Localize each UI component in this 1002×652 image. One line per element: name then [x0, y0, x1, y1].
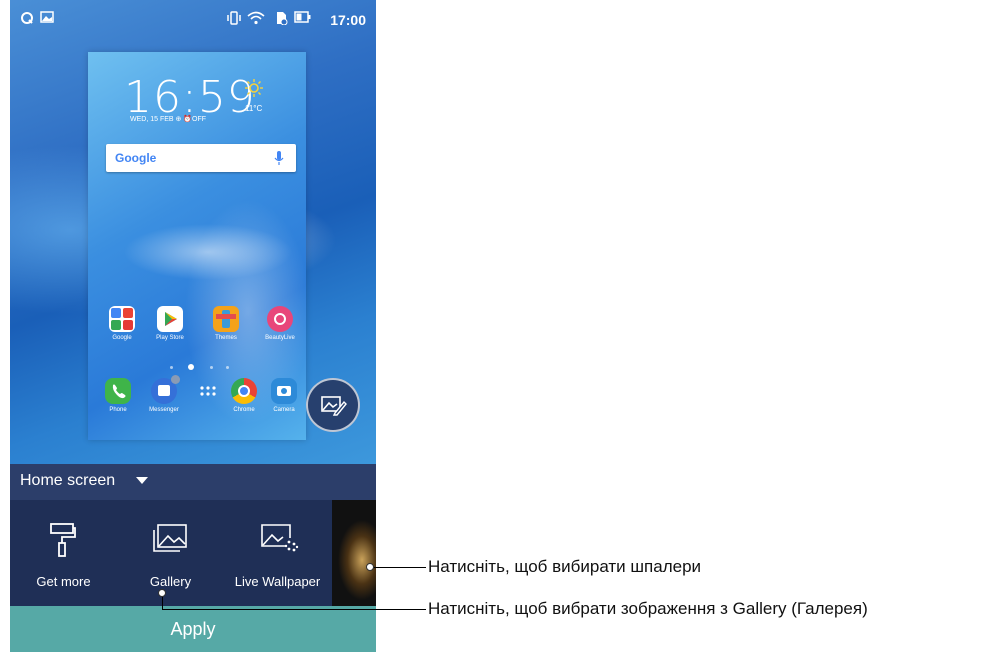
image-notification-icon	[40, 11, 54, 26]
sync-icon	[20, 11, 34, 28]
app-messenger[interactable]: Messenger	[144, 375, 184, 413]
app-label: Play Store	[156, 335, 184, 341]
home-screen-preview[interactable]: 16:59 WED, 15 FEB ⊕ ⏰OFF 11°C Google Goo…	[88, 52, 306, 440]
wifi-icon	[246, 11, 266, 28]
app-label: Themes	[215, 335, 237, 341]
status-time: 17:00	[330, 12, 366, 28]
page-dot	[226, 366, 229, 369]
wallpaper-thumbnail[interactable]	[332, 500, 376, 606]
gallery-label: Gallery	[149, 574, 192, 589]
app-label: BeautyLive	[265, 335, 295, 341]
battery-icon	[294, 11, 312, 26]
edit-image-icon	[321, 394, 347, 421]
app-camera[interactable]: Camera	[264, 378, 304, 413]
sun-weather-icon	[244, 78, 264, 103]
phone-screen: 17:00 16:59 WED, 15 FEB ⊕ ⏰OFF 11°C Goog…	[10, 0, 376, 652]
page-dot	[170, 366, 173, 369]
google-apps-folder-icon	[109, 306, 135, 332]
gallery-button[interactable]: Gallery	[117, 500, 224, 606]
sim-card-icon	[274, 11, 288, 28]
themes-icon	[213, 306, 239, 332]
play-store-icon	[157, 306, 183, 332]
apply-button[interactable]: Apply	[10, 606, 376, 652]
app-play-store[interactable]: Play Store	[150, 306, 190, 341]
app-label: Google	[112, 335, 132, 341]
app-google[interactable]: Google	[102, 306, 142, 341]
callout-line	[162, 597, 163, 609]
live-wallpaper-label: Live Wallpaper	[234, 574, 321, 589]
page-dot-active	[188, 364, 194, 370]
microphone-icon[interactable]	[274, 150, 284, 171]
app-beautylive[interactable]: BeautyLive	[260, 306, 300, 341]
get-more-label: Get more	[36, 574, 91, 589]
app-chrome[interactable]: Chrome	[224, 378, 264, 413]
screen-selector[interactable]: Home screen	[10, 464, 376, 500]
page-dot	[210, 366, 213, 369]
phone-icon	[105, 378, 131, 404]
google-logo: Google	[115, 151, 157, 165]
vibrate-icon	[226, 11, 242, 28]
dropdown-caret-icon	[136, 477, 148, 484]
messenger-icon	[151, 375, 180, 404]
callout-wallpaper-text: Натисніть, щоб вибирати шпалери	[428, 557, 702, 576]
date-label: WED, 15 FEB ⊕ ⏰OFF	[130, 116, 207, 123]
app-label: Camera	[273, 407, 295, 413]
live-wallpaper-button[interactable]: Live Wallpaper	[224, 500, 331, 606]
screen-selector-label: Home screen	[20, 472, 116, 489]
gallery-icon	[153, 524, 187, 552]
status-bar: 17:00	[10, 0, 376, 36]
callout-marker	[158, 589, 166, 597]
callout-gallery-text: Натисніть, щоб вибрати зображення з Gall…	[428, 599, 868, 618]
app-label: Messenger	[149, 407, 179, 413]
chrome-icon	[231, 378, 257, 404]
app-drawer-icon	[195, 378, 221, 404]
get-more-button[interactable]: Get more	[10, 500, 117, 606]
callout-line	[374, 567, 426, 568]
app-phone[interactable]: Phone	[98, 378, 138, 413]
app-label: Chrome	[233, 407, 255, 413]
google-search-bar[interactable]: Google	[106, 144, 296, 172]
wallpaper-source-tray: Get more Gallery Live Wallpaper	[10, 500, 376, 606]
live-wallpaper-icon	[261, 524, 299, 552]
edit-wallpaper-button[interactable]	[306, 378, 360, 432]
callout-line	[162, 609, 426, 610]
app-themes[interactable]: Themes	[206, 306, 246, 341]
paint-roller-icon	[50, 523, 76, 557]
app-drawer[interactable]	[188, 378, 228, 407]
callout-marker	[366, 563, 374, 571]
app-label: Phone	[109, 407, 127, 413]
temperature-label: 11°C	[245, 104, 263, 113]
camera-icon	[271, 378, 297, 404]
apply-label: Apply	[170, 619, 216, 639]
beautylive-icon	[267, 306, 293, 332]
